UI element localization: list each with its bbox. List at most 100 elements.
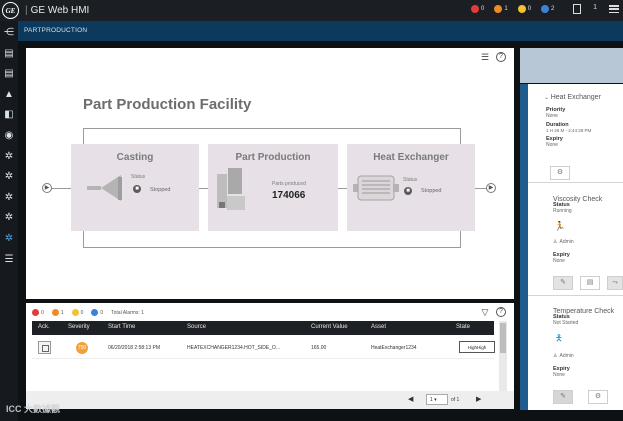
app-title: | GE Web HMI bbox=[25, 5, 90, 16]
casting-card[interactable]: Casting Status ■ Stopped bbox=[71, 144, 199, 231]
top-bar: GE | GE Web HMI 0 1 0 2 1 bbox=[0, 0, 623, 21]
alarm-table-header: Ack. Severity Start Time Source Current … bbox=[32, 321, 494, 335]
column-severity[interactable]: Severity bbox=[68, 324, 90, 330]
critical-count[interactable]: 0 bbox=[32, 309, 44, 316]
high-count[interactable]: 1 bbox=[51, 309, 64, 316]
canvas-tools: ☰ ? bbox=[480, 52, 506, 62]
heat-exchanger-icon bbox=[353, 175, 399, 201]
column-ack[interactable]: Ack. bbox=[38, 324, 50, 330]
alarm-summary: 0 1 0 0 Total Alarms: 1 bbox=[32, 309, 144, 316]
parts-produced-value: 174066 bbox=[272, 190, 306, 201]
settings-icon[interactable]: ⚙ bbox=[588, 390, 608, 404]
critical-alarm-icon bbox=[32, 309, 39, 316]
navigation-rail: ⋲ ▤ ▤ ▲ ◧ ◉ ✲ ✲ ✲ ✲ ✲ ☰ bbox=[0, 21, 18, 421]
alarm-detail-fields: Priority None Duration 1 H 26 M - 2:44:2… bbox=[546, 107, 623, 148]
column-start-time[interactable]: Start Time bbox=[108, 324, 135, 330]
alarm-detail-title[interactable]: ⌄ Heat Exchanger bbox=[544, 94, 623, 101]
previous-step-icon[interactable]: ▶ bbox=[42, 183, 52, 193]
watermark-logo: ICC 大數據觀 bbox=[6, 404, 61, 414]
status-value: Stopped bbox=[421, 188, 442, 194]
high-alarm-counter[interactable]: 1 bbox=[494, 5, 508, 13]
edit-icon[interactable]: ✎ bbox=[553, 276, 573, 290]
help-icon[interactable]: ? bbox=[496, 52, 506, 62]
alarm-panel: 0 1 0 0 Total Alarms: 1 ▽ ? Ack. Severit… bbox=[26, 303, 514, 409]
low-alarm-counter[interactable]: 2 bbox=[541, 5, 554, 13]
window-stack-icon[interactable]: ▤ bbox=[3, 68, 15, 80]
notes-icon[interactable] bbox=[573, 4, 582, 14]
side-panel: ⌄ Heat Exchanger Priority None Duration … bbox=[520, 84, 623, 410]
settings-sliders-icon[interactable]: ☰ bbox=[480, 52, 490, 62]
breadcrumb-bar: PARTPRODUCTION bbox=[18, 21, 623, 41]
warning-icon[interactable]: ▲ bbox=[3, 89, 15, 101]
acknowledge-checkbox[interactable] bbox=[38, 341, 51, 354]
scrollbar-thumb[interactable] bbox=[500, 323, 506, 353]
low-alarm-icon bbox=[541, 5, 550, 13]
source-cell: HEATEXCHANGER1234.HOT_SIDE_O... bbox=[187, 345, 280, 351]
more-icon[interactable]: ⤳ bbox=[607, 276, 623, 290]
press-machine-icon bbox=[217, 168, 245, 210]
breadcrumb[interactable]: PARTPRODUCTION bbox=[24, 27, 87, 34]
settings-group-active-icon[interactable]: ✲ bbox=[3, 233, 15, 245]
critical-alarm-counter[interactable]: 0 bbox=[471, 5, 484, 13]
medium-count[interactable]: 0 bbox=[71, 309, 83, 316]
column-source[interactable]: Source bbox=[187, 324, 206, 330]
column-state[interactable]: State bbox=[456, 324, 470, 330]
viscosity-check-expiry: Expiry None bbox=[553, 252, 623, 264]
card-title: Part Production bbox=[235, 152, 311, 163]
alarm-tools: ▽ ? bbox=[480, 307, 506, 317]
user-icon: ♙ bbox=[553, 353, 558, 359]
parts-produced-label: Parts produced bbox=[272, 181, 306, 187]
heat-exchanger-card[interactable]: Heat Exchanger Status ■ Stopped bbox=[347, 144, 475, 231]
standing-person-icon: 🯅 bbox=[555, 333, 563, 343]
alarm-counters: 0 1 0 2 bbox=[471, 5, 554, 13]
layers-icon[interactable]: ◧ bbox=[3, 109, 15, 121]
window-icon[interactable]: ▤ bbox=[3, 48, 15, 60]
assigned-user: ♙ Admin bbox=[553, 239, 574, 245]
state-badge[interactable]: HighHigh bbox=[459, 341, 495, 353]
share-icon[interactable]: ⋲ bbox=[3, 27, 15, 39]
column-asset[interactable]: Asset bbox=[371, 324, 386, 330]
next-page-icon[interactable]: ▶ bbox=[476, 395, 481, 403]
status-value: Running bbox=[553, 208, 572, 214]
hamburger-menu-icon[interactable] bbox=[609, 4, 619, 14]
card-title: Heat Exchanger bbox=[373, 152, 449, 163]
divider bbox=[528, 295, 623, 296]
next-step-icon[interactable]: ▶ bbox=[486, 183, 496, 193]
edit-icon[interactable]: ✎ bbox=[553, 390, 573, 404]
filter-icon[interactable]: ▽ bbox=[480, 307, 490, 317]
severity-badge: 750 bbox=[76, 342, 88, 354]
settings-group-icon[interactable]: ✲ bbox=[3, 192, 15, 204]
current-value-cell: 165.00 bbox=[311, 345, 327, 351]
card-title: Casting bbox=[116, 152, 154, 163]
page-count: of 1 bbox=[451, 397, 460, 403]
prev-page-icon[interactable]: ◀ bbox=[408, 395, 413, 403]
medium-alarm-counter[interactable]: 0 bbox=[517, 5, 531, 13]
expiry-value: None bbox=[553, 258, 565, 264]
flow-frame-bottom bbox=[83, 230, 461, 248]
settings-group-icon[interactable]: ✲ bbox=[3, 212, 15, 224]
part-production-card[interactable]: Part Production Parts produced 174066 bbox=[208, 144, 338, 231]
list-icon[interactable]: ☰ bbox=[3, 254, 15, 266]
high-alarm-icon bbox=[51, 309, 59, 316]
column-current-value[interactable]: Current Value bbox=[311, 324, 348, 330]
page-title: Part Production Facility bbox=[83, 96, 252, 113]
group-icon[interactable]: ◉ bbox=[3, 130, 15, 142]
settings-group-icon[interactable]: ✲ bbox=[3, 151, 15, 163]
alarm-action-icon[interactable]: ⚙ bbox=[550, 166, 570, 180]
table-scrollbar[interactable] bbox=[499, 321, 507, 399]
pagination: ◀ 1 ▾ of 1 ▶ bbox=[26, 391, 514, 409]
stopped-icon: ■ bbox=[133, 185, 141, 193]
status-value: Not Started bbox=[553, 320, 579, 326]
critical-alarm-icon bbox=[471, 5, 479, 13]
low-count[interactable]: 0 bbox=[91, 309, 103, 316]
high-alarm-icon bbox=[494, 5, 503, 13]
user-icon: ♙ bbox=[553, 239, 558, 245]
expiry-value: None bbox=[546, 142, 558, 148]
clipboard-icon[interactable]: ▤ bbox=[580, 276, 600, 290]
help-icon[interactable]: ? bbox=[496, 307, 506, 317]
asset-cell: HeatExchanger1234 bbox=[371, 345, 417, 351]
settings-group-icon[interactable]: ✲ bbox=[3, 171, 15, 183]
casting-funnel-icon bbox=[87, 175, 122, 201]
table-row[interactable]: 750 06/20/2018 2:58:13 PM HEATEXCHANGER1… bbox=[32, 337, 495, 359]
page-select[interactable]: 1 ▾ bbox=[426, 394, 448, 405]
